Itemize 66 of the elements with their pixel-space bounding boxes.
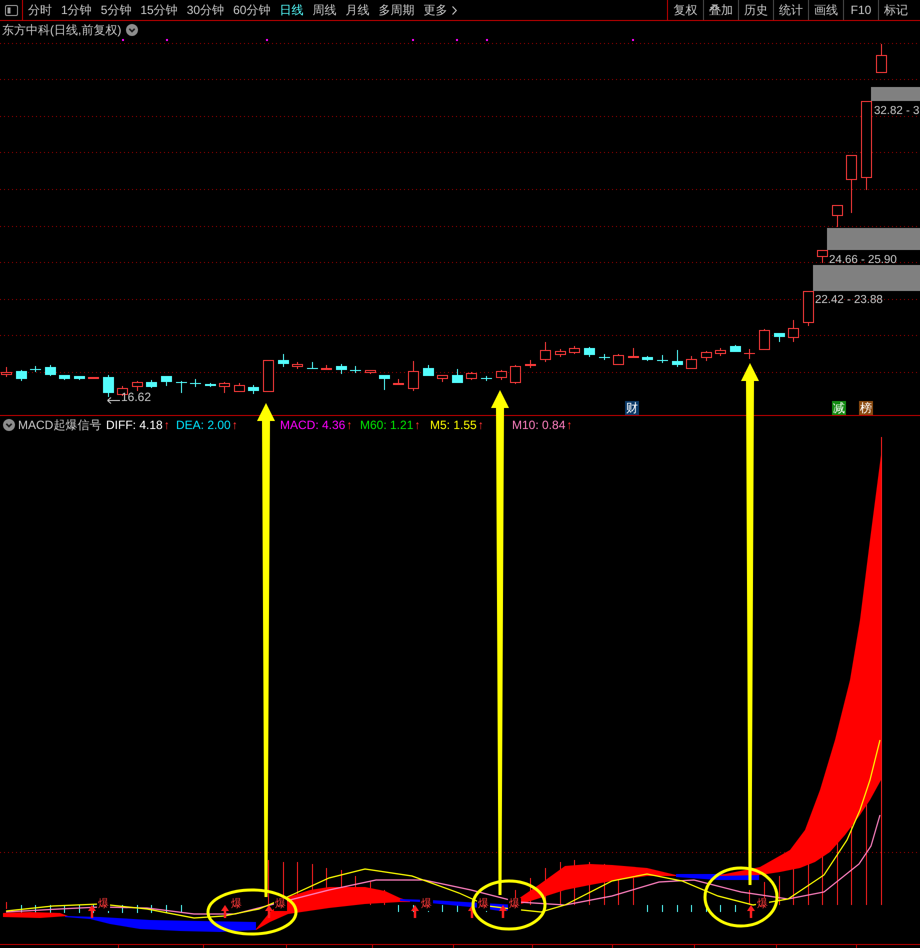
signal-label: 爆	[477, 898, 490, 911]
tool-button[interactable]: 画线	[808, 0, 843, 20]
marker-icon	[266, 39, 268, 41]
trend-arrow: ↑	[478, 418, 484, 432]
indicator-value: MACD: 4.36	[280, 418, 346, 432]
chart-title: 东方中科(日线,前复权)	[2, 23, 122, 37]
tool-button[interactable]: 叠加	[703, 0, 738, 20]
price-range-label: 24.66 - 25.90	[829, 253, 897, 267]
trend-arrow: ↑	[164, 418, 170, 432]
indicator-value: M5: 1.55	[430, 418, 477, 432]
marker-icon	[412, 39, 414, 41]
signal-label: 爆	[274, 898, 287, 911]
indicator-value: DEA: 2.00	[176, 418, 231, 432]
tool-button[interactable]: F10	[843, 0, 878, 20]
trend-arrow: ↑	[566, 418, 572, 432]
marker-icon	[122, 39, 124, 41]
period-tab[interactable]: 日线	[279, 3, 304, 17]
period-tab[interactable]: 1分钟	[61, 3, 92, 17]
low-price-label: 16.62	[121, 390, 152, 404]
signal-label: 爆	[420, 898, 433, 911]
chevron-right-icon	[452, 6, 458, 14]
tool-button[interactable]: 历史	[738, 0, 773, 20]
marker-icon	[486, 39, 488, 41]
dropdown-icon[interactable]	[126, 24, 138, 36]
signal-label: 爆	[756, 898, 769, 911]
trend-arrow: ↑	[232, 418, 238, 432]
signal-arrow-icon	[747, 905, 755, 918]
indicator-name: MACD起爆信号	[18, 418, 102, 432]
signal-arrow-icon	[499, 905, 507, 918]
signal-arrow-icon	[411, 905, 419, 918]
signal-arrow-icon	[88, 905, 96, 918]
signal-label: 爆	[508, 898, 521, 911]
period-tab[interactable]: 月线	[345, 3, 370, 17]
tool-button[interactable]: 统计	[773, 0, 808, 20]
indicator-value: DIFF: 4.18	[106, 418, 163, 432]
tool-button[interactable]: 复权	[668, 0, 703, 20]
period-tab[interactable]: 30分钟	[186, 3, 224, 17]
event-tag[interactable]: 榜	[859, 401, 873, 415]
period-tab[interactable]: 5分钟	[100, 3, 132, 17]
period-tab[interactable]: 多周期	[378, 3, 414, 17]
trend-arrow: ↑	[414, 418, 420, 432]
pointer-arrow-icon	[107, 397, 120, 404]
signal-arrow-icon	[265, 905, 273, 918]
marker-icon	[632, 39, 634, 41]
indicator-value: M10: 0.84	[512, 418, 566, 432]
trend-arrow: ↑	[346, 418, 352, 432]
marker-icon	[166, 39, 168, 41]
event-tag[interactable]: 减	[832, 401, 846, 415]
signal-label: 爆	[230, 898, 243, 911]
period-tab[interactable]: 分时	[28, 3, 52, 17]
period-tab[interactable]: 15分钟	[140, 3, 178, 17]
price-range-label: 32.82 - 3	[874, 104, 920, 118]
signal-label: 爆	[97, 898, 110, 911]
more-menu-button[interactable]: 更多	[423, 3, 458, 17]
signal-arrow-icon	[468, 905, 476, 918]
period-tab[interactable]: 60分钟	[233, 3, 270, 17]
marker-icon	[456, 39, 458, 41]
price-range-label: 22.42 - 23.88	[815, 293, 883, 307]
signal-arrow-icon	[221, 905, 229, 918]
event-tag[interactable]: 财	[625, 401, 639, 415]
panel-toggle-icon[interactable]	[4, 4, 18, 16]
dropdown-icon[interactable]	[3, 418, 15, 430]
gap-zone	[871, 87, 920, 101]
tool-button[interactable]: 标记	[878, 0, 913, 20]
indicator-value: M60: 1.21	[360, 418, 414, 432]
period-tab[interactable]: 周线	[312, 3, 336, 17]
